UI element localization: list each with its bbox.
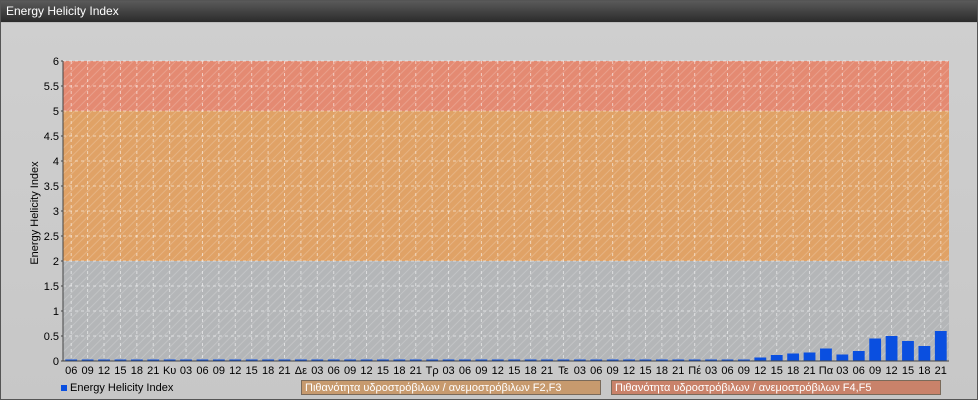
x-tick-label: 09 xyxy=(344,365,356,377)
y-tick-label: 5.5 xyxy=(44,81,59,93)
x-tick-label: 15 xyxy=(902,365,914,377)
x-tick-label: 03 xyxy=(311,365,323,377)
x-tick-label: 03 xyxy=(836,365,848,377)
x-tick-label: 18 xyxy=(131,365,143,377)
y-axis-label: Energy Helicity Index xyxy=(29,161,41,265)
legend-zone-f2f3-label: Πιθανότητα υδροστρόβιλων / ανεμοστρόβιλω… xyxy=(305,382,562,394)
bar-53 xyxy=(934,331,947,361)
x-tick-label: 03 xyxy=(705,365,717,377)
legend-marker xyxy=(61,385,67,392)
x-tick-label: 06 xyxy=(853,365,865,377)
bar-48 xyxy=(852,351,865,361)
x-tick-label: 03 xyxy=(442,365,454,377)
x-tick-label: 21 xyxy=(410,365,422,377)
x-tick-label: 09 xyxy=(213,365,225,377)
x-tick-label: 12 xyxy=(229,365,241,377)
chart-window: Energy Helicity Index 0 0.5 1 1.5 2 2.5 3 3.5 4 4… xyxy=(0,0,978,400)
window-titlebar: Energy Helicity Index xyxy=(1,1,977,22)
x-tick-label: 06 xyxy=(328,365,340,377)
x-tick-label: 09 xyxy=(475,365,487,377)
x-tick-label: 21 xyxy=(278,365,290,377)
y-tick-label: 0 xyxy=(53,356,59,368)
bar-43 xyxy=(770,355,783,361)
x-tick-label: 06 xyxy=(65,365,77,377)
x-tick-label: 15 xyxy=(246,365,258,377)
x-tick-label: 09 xyxy=(869,365,881,377)
y-tick-label: 2.5 xyxy=(44,231,59,243)
legend-zone-f2f3: Πιθανότητα υδροστρόβιλων / ανεμοστρόβιλω… xyxy=(301,380,601,395)
legend-zone-f4f5: Πιθανότητα υδροστρόβιλων / ανεμοστρόβιλω… xyxy=(611,380,941,395)
y-tick-label: 4 xyxy=(53,156,59,168)
y-tick-label: 0.5 xyxy=(44,331,59,343)
x-tick-label: 18 xyxy=(524,365,536,377)
x-tick-label: 18 xyxy=(262,365,274,377)
legend-series-label: Energy Helicity Index xyxy=(70,382,174,394)
legend-series: Energy Helicity Index xyxy=(61,381,173,396)
x-tick-label: Πα xyxy=(819,365,834,377)
x-tick-label: 18 xyxy=(393,365,405,377)
x-tick-label: 15 xyxy=(771,365,783,377)
y-tick-label: 1 xyxy=(53,306,59,318)
x-tick-label: 12 xyxy=(492,365,504,377)
x-tick-label: 18 xyxy=(787,365,799,377)
bar-42 xyxy=(754,357,767,361)
bar-51 xyxy=(902,341,914,361)
bar-50 xyxy=(885,336,898,361)
x-tick-label: Τρ xyxy=(426,365,439,377)
x-tick-label: 15 xyxy=(114,365,126,377)
x-tick-label: Κυ xyxy=(163,365,176,377)
y-tick-label: 1.5 xyxy=(44,281,59,293)
x-tick-label: 12 xyxy=(360,365,372,377)
x-tick-label: Τε xyxy=(558,365,569,377)
x-tick-label: 21 xyxy=(672,365,684,377)
x-tick-label: 06 xyxy=(721,365,733,377)
x-tick-label: 21 xyxy=(147,365,159,377)
x-tick-label: 06 xyxy=(196,365,208,377)
x-tick-label: 12 xyxy=(98,365,110,377)
x-tick-label: 21 xyxy=(803,365,815,377)
bar-49 xyxy=(869,338,882,361)
y-tick-label: 3.5 xyxy=(44,181,59,193)
x-tick-label: 06 xyxy=(459,365,471,377)
x-tick-label: 15 xyxy=(508,365,520,377)
x-tick-label: 21 xyxy=(935,365,947,377)
y-tick-label: 6 xyxy=(53,56,59,68)
bar-45 xyxy=(803,352,816,361)
x-tick-label: 03 xyxy=(574,365,586,377)
x-tick-label: 21 xyxy=(541,365,553,377)
x-tick-label: 12 xyxy=(754,365,766,377)
x-tick-label: 09 xyxy=(738,365,750,377)
y-tick-label: 3 xyxy=(53,206,59,218)
window-title: Energy Helicity Index xyxy=(6,4,119,18)
x-tick-label: 18 xyxy=(656,365,668,377)
x-tick-label: 18 xyxy=(918,365,930,377)
x-tick-label: 15 xyxy=(377,365,389,377)
x-tick-label: 09 xyxy=(607,365,619,377)
y-tick-label: 5 xyxy=(53,106,59,118)
chart-area: 0 0.5 1 1.5 2 2.5 3 3.5 4 4.5 5 5.5 6 06 09 12 15 18 21 Κυ… xyxy=(1,23,977,399)
x-tick-label: 12 xyxy=(623,365,635,377)
legend-zone-f4f5-label: Πιθανότητα υδροστρόβιλων / ανεμοστρόβιλω… xyxy=(615,382,872,394)
bar-47 xyxy=(836,354,849,361)
y-tick-label: 4.5 xyxy=(44,131,59,143)
bar-52 xyxy=(918,346,931,361)
bar-44 xyxy=(787,353,800,361)
x-tick-label: 09 xyxy=(81,365,93,377)
x-tick-label: 15 xyxy=(639,365,651,377)
x-tick-label: Δε xyxy=(295,365,307,377)
y-tick-label: 2 xyxy=(53,256,59,268)
x-tick-label: 03 xyxy=(180,365,192,377)
x-tick-label: Πέ xyxy=(688,365,701,377)
x-tick-label: 12 xyxy=(885,365,897,377)
x-tick-label: 06 xyxy=(590,365,602,377)
ehi-bar-chart: 0 0.5 1 1.5 2 2.5 3 3.5 4 4.5 5 5.5 6 06 09 12 15 18 21 Κυ… xyxy=(29,56,949,377)
bar-46 xyxy=(820,348,832,361)
